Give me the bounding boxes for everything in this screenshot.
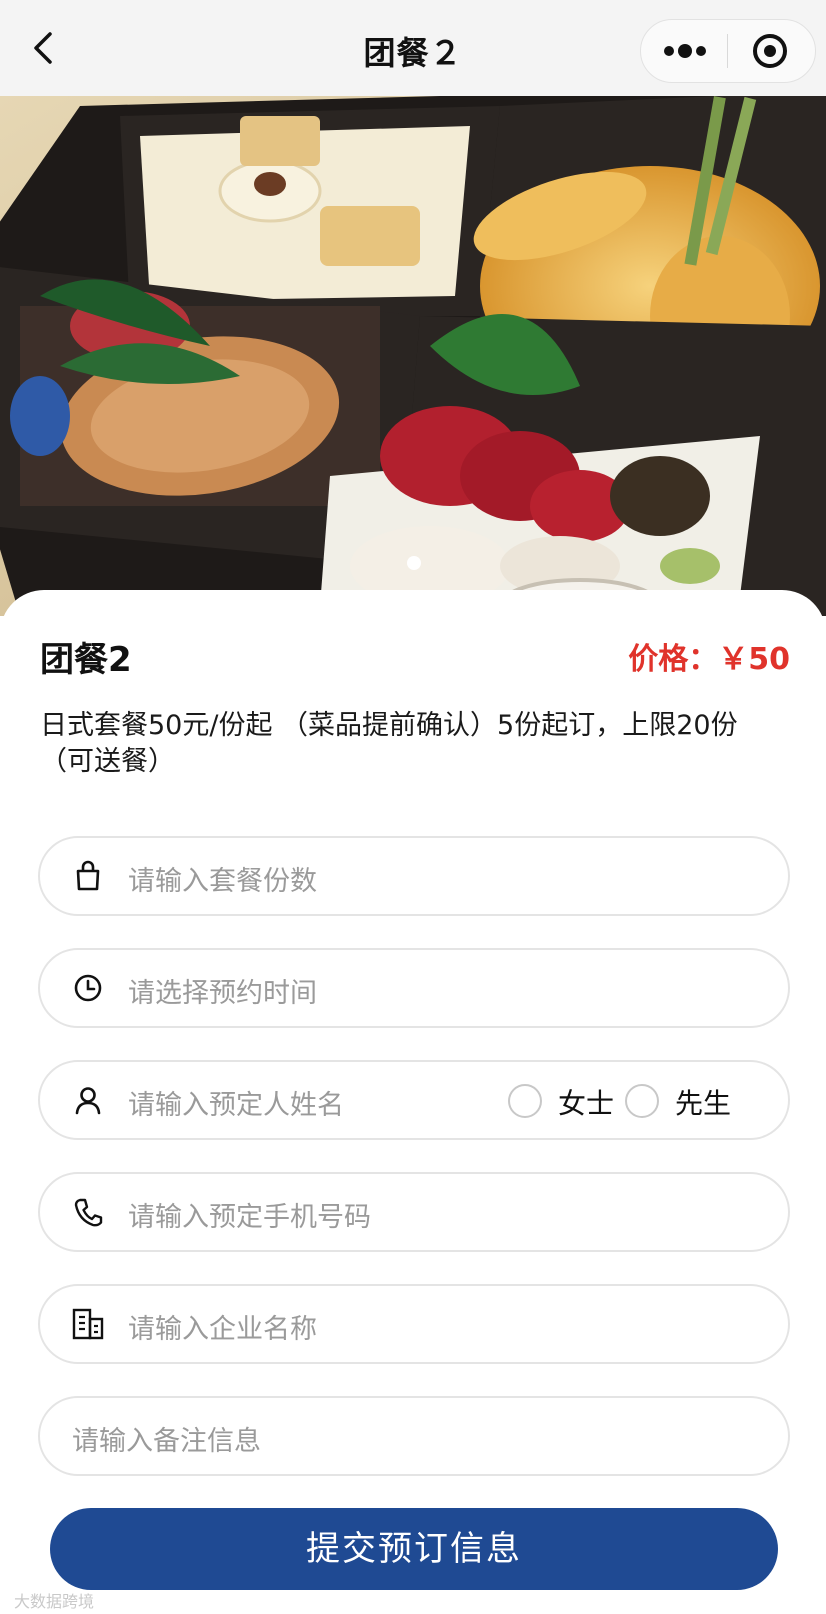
remark-placeholder: 请输入备注信息 <box>72 1426 261 1457</box>
phone-placeholder: 请输入预定手机号码 <box>128 1202 371 1233</box>
navigation-bar: 团餐２ <box>0 0 826 96</box>
more-button[interactable] <box>641 20 727 82</box>
product-name: 团餐2 <box>40 640 132 680</box>
target-close-icon <box>753 34 787 68</box>
time-field[interactable]: 请选择预约时间 <box>38 948 790 1028</box>
watermark: 大数据跨境 <box>14 1592 95 1611</box>
name-placeholder: 请输入预定人姓名 <box>128 1090 344 1121</box>
remark-field[interactable]: 请输入备注信息 <box>38 1396 790 1476</box>
submit-booking-button[interactable]: 提交预订信息 <box>50 1508 778 1590</box>
mini-program-capsule <box>640 19 816 83</box>
company-placeholder: 请输入企业名称 <box>128 1314 317 1345</box>
hero-image <box>0 96 826 616</box>
radio-male-label[interactable]: 先生 <box>675 1082 731 1122</box>
bento-box-illustration <box>0 96 826 616</box>
building-icon <box>72 1308 104 1340</box>
time-placeholder: 请选择预约时间 <box>128 978 317 1009</box>
company-field[interactable]: 请输入企业名称 <box>38 1284 790 1364</box>
radio-male[interactable] <box>625 1084 659 1118</box>
product-price: 价格：￥50 <box>628 642 790 677</box>
person-icon <box>75 1087 101 1115</box>
carousel-dot[interactable] <box>407 556 421 570</box>
radio-female[interactable] <box>508 1084 542 1118</box>
radio-female-label[interactable]: 女士 <box>558 1082 614 1122</box>
clock-icon <box>74 974 102 1002</box>
close-button[interactable] <box>728 20 816 82</box>
shopping-bag-icon <box>76 860 100 891</box>
quantity-field[interactable]: 请输入套餐份数 <box>38 836 790 916</box>
product-description: 日式套餐50元/份起 （菜品提前确认）5份起订，上限20份（可送餐） <box>40 710 738 777</box>
name-field[interactable]: 请输入预定人姓名 女士 先生 <box>38 1060 790 1140</box>
phone-icon <box>74 1198 103 1227</box>
more-dots-icon <box>664 44 706 58</box>
quantity-placeholder: 请输入套餐份数 <box>128 866 317 897</box>
phone-field[interactable]: 请输入预定手机号码 <box>38 1172 790 1252</box>
